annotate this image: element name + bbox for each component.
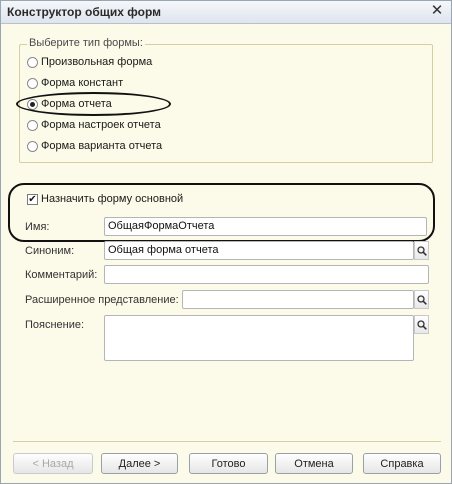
radio-report-variant-form[interactable]: Форма варианта отчета — [27, 138, 162, 154]
checkbox-checked[interactable]: ✔ — [27, 193, 38, 205]
back-button[interactable]: < Назад — [13, 453, 93, 474]
close-icon[interactable]: ✕ — [429, 3, 445, 19]
radio-button[interactable] — [27, 56, 38, 68]
radio-label: Форма констант — [41, 77, 124, 89]
radio-button[interactable] — [27, 140, 38, 152]
extended-view-field[interactable] — [182, 290, 414, 309]
extended-view-label: Расширенное представление: — [25, 294, 179, 306]
comment-label: Комментарий: — [25, 269, 98, 281]
footer-divider — [13, 441, 441, 442]
radio-label: Форма варианта отчета — [41, 140, 163, 152]
cancel-button[interactable]: Отмена — [275, 453, 353, 474]
radio-label: Форма настроек отчета — [41, 119, 161, 131]
radio-button[interactable] — [27, 119, 38, 131]
comment-field[interactable] — [104, 265, 429, 284]
name-field[interactable]: ОбщаяФормаОтчета — [104, 217, 427, 236]
dialog-title: Конструктор общих форм — [7, 5, 161, 19]
synonym-field[interactable]: Общая форма отчета — [104, 241, 414, 260]
radio-report-form[interactable]: Форма отчета — [27, 96, 112, 112]
checkbox-label: Назначить форму основной — [41, 193, 184, 205]
next-button[interactable]: Далее > — [101, 453, 178, 474]
synonym-select-button[interactable] — [414, 241, 429, 260]
radio-constants-form[interactable]: Форма констант — [27, 75, 123, 91]
explanation-textarea[interactable] — [104, 315, 414, 361]
explanation-select-button[interactable] — [414, 315, 429, 334]
synonym-label: Синоним: — [25, 245, 75, 257]
radio-button[interactable] — [27, 77, 38, 89]
magnifier-icon — [416, 245, 427, 256]
title-bar: Конструктор общих форм ✕ — [1, 1, 451, 24]
magnifier-icon — [416, 294, 427, 305]
name-label: Имя: — [25, 221, 50, 233]
help-button[interactable]: Справка — [363, 453, 441, 474]
done-button[interactable]: Готово — [189, 453, 268, 474]
radio-label: Произвольная форма — [41, 56, 153, 68]
radio-button-selected[interactable] — [27, 98, 38, 110]
radio-arbitrary-form[interactable]: Произвольная форма — [27, 54, 152, 70]
main-form-checkbox-row[interactable]: ✔ Назначить форму основной — [27, 191, 183, 207]
radio-report-settings-form[interactable]: Форма настроек отчета — [27, 117, 161, 133]
radio-label: Форма отчета — [41, 98, 112, 110]
explanation-label: Пояснение: — [25, 319, 85, 331]
form-constructor-dialog: Конструктор общих форм ✕ Выберите тип фо… — [0, 0, 452, 484]
magnifier-icon — [416, 319, 427, 330]
form-type-legend: Выберите тип формы: — [27, 37, 145, 49]
extended-view-select-button[interactable] — [414, 290, 429, 309]
